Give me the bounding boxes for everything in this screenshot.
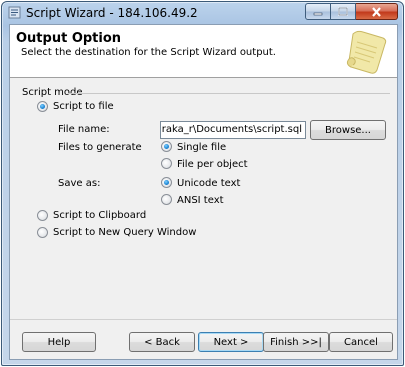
maximize-button[interactable]: [331, 3, 356, 20]
file-name-label: File name:: [58, 124, 110, 135]
save-as-label: Save as:: [58, 178, 101, 189]
page-title: Output Option: [16, 31, 122, 46]
script-to-clipboard-label: Script to Clipboard: [53, 210, 147, 221]
browse-button[interactable]: Browse...: [310, 120, 386, 140]
help-button[interactable]: Help: [22, 332, 96, 352]
unicode-text-label: Unicode text: [177, 178, 241, 189]
minimize-icon: [313, 12, 323, 15]
file-name-input[interactable]: ers\tharaka_r\Documents\script.sql: [160, 121, 306, 139]
single-file-radio[interactable]: [161, 141, 172, 152]
title-bar[interactable]: Script Wizard - 184.106.49.2: [2, 2, 403, 24]
single-file-label: Single file: [177, 142, 227, 153]
unicode-text-radio[interactable]: [161, 177, 172, 188]
close-icon: [372, 6, 381, 17]
cancel-button[interactable]: Cancel: [329, 332, 393, 352]
script-to-clipboard-radio[interactable]: [37, 210, 48, 221]
footer-divider: [10, 319, 397, 320]
files-to-generate-label: Files to generate: [58, 142, 142, 153]
file-per-object-radio[interactable]: [161, 158, 172, 169]
page-subtitle: Select the destination for the Script Wi…: [21, 47, 276, 58]
maximize-icon: [338, 7, 348, 16]
scroll-icon: [346, 30, 387, 74]
app-icon: [8, 6, 21, 19]
window-controls: [305, 3, 398, 20]
ansi-text-radio[interactable]: [161, 194, 172, 205]
ansi-text-label: ANSI text: [177, 195, 224, 206]
minimize-button[interactable]: [305, 3, 331, 20]
script-wizard-window: Script Wizard - 184.106.49.2 Output Opti…: [1, 1, 404, 366]
page-header: Output Option Select the destination for…: [10, 25, 397, 78]
wizard-page: Output Option Select the destination for…: [9, 24, 398, 360]
file-name-value: ers\tharaka_r\Documents\script.sql: [161, 124, 302, 135]
next-button[interactable]: Next >: [198, 332, 264, 352]
close-button[interactable]: [356, 3, 398, 20]
script-to-file-label: Script to file: [53, 101, 114, 112]
group-divider: [68, 93, 390, 94]
script-to-file-radio[interactable]: [37, 101, 48, 112]
window-title: Script Wizard - 184.106.49.2: [26, 6, 198, 20]
back-button[interactable]: < Back: [129, 332, 195, 352]
file-per-object-label: File per object: [177, 159, 248, 170]
finish-button[interactable]: Finish >>|: [263, 332, 329, 352]
script-to-new-query-label: Script to New Query Window: [53, 227, 197, 238]
script-to-new-query-radio[interactable]: [37, 227, 48, 238]
